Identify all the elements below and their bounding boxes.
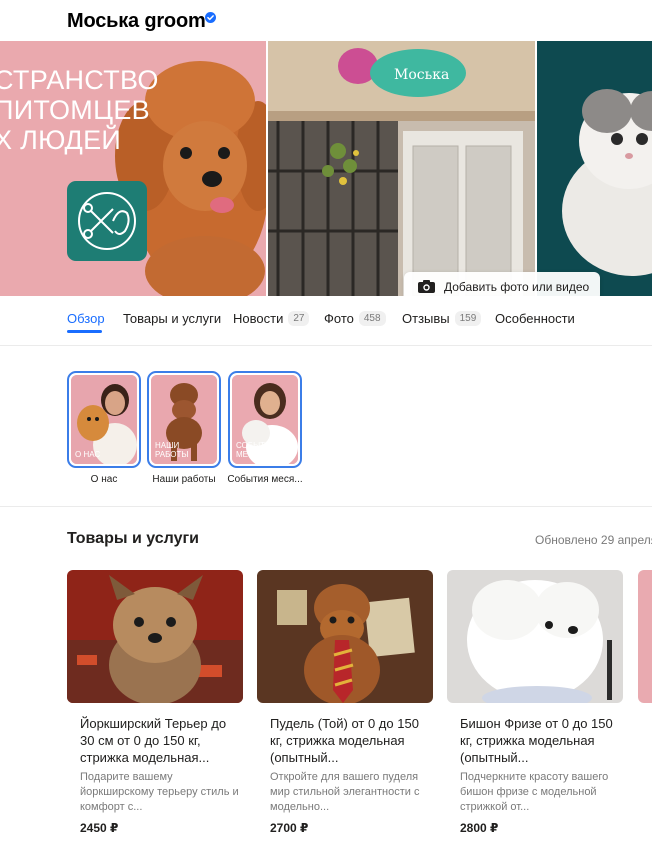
story-overlay-text: НАШИ РАБОТЫ — [155, 441, 189, 459]
kitten-image — [537, 41, 652, 296]
storefront-image: Моська — [268, 41, 535, 296]
brand-logo — [67, 181, 147, 261]
story-card[interactable]: СОБЫТИЯ МЕСЯЦА — [228, 371, 302, 468]
product-card-partial[interactable] — [638, 570, 652, 703]
products-section-title[interactable]: Товары и услуги — [67, 530, 199, 548]
tab-count-badge: 159 — [454, 311, 482, 326]
tab-count-badge: 458 — [358, 311, 386, 326]
tab-label: Отзывы — [402, 311, 450, 326]
updated-date-label: Обновлено 29 апреля — [535, 533, 652, 547]
tab-count-badge: 27 — [288, 311, 310, 326]
tab-news[interactable]: Новости 27 — [233, 311, 310, 326]
gallery-photo-banner[interactable]: СТРАНСТВО ПИТОМЦЕВ Х ЛЮДЕЙ — [0, 41, 266, 296]
product-price: 2450 ₽ — [80, 821, 119, 835]
product-image[interactable] — [67, 570, 243, 703]
tab-bar: Обзор Товары и услуги Новости 27 Фото 45… — [0, 296, 652, 346]
banner-line: Х ЛЮДЕЙ — [0, 125, 122, 155]
tab-label: Фото — [324, 311, 354, 326]
tab-label: Товары и услуги — [123, 311, 222, 326]
yorkshire-terrier-image — [67, 570, 243, 703]
banner-line: СТРАНСТВО — [0, 65, 159, 95]
product-card[interactable]: Бишон Фризе от 0 до 150 кг, стрижка моде… — [447, 570, 623, 835]
story-card[interactable]: НАШИ РАБОТЫ — [147, 371, 221, 468]
storefront-sign-text: Моська — [394, 67, 449, 83]
tab-goods-services[interactable]: Товары и услуги — [123, 311, 221, 326]
product-card[interactable]: Пудель (Той) от 0 до 150 кг, стрижка мод… — [257, 570, 433, 835]
tab-photos[interactable]: Фото 458 — [324, 311, 386, 326]
story-about[interactable]: О НАС О нас — [67, 371, 141, 485]
story-caption: О нас — [90, 474, 118, 485]
product-image[interactable] — [447, 570, 623, 703]
story-overlay-text: О НАС — [75, 450, 101, 459]
organization-title[interactable]: Моська groom — [67, 10, 206, 33]
tab-features[interactable]: Особенности — [495, 311, 575, 326]
product-name[interactable]: Йоркширский Терьер до 30 см от 0 до 150 … — [67, 715, 243, 766]
add-photo-video-button[interactable]: Добавить фото или видео — [404, 272, 600, 296]
grooming-logo-icon — [78, 192, 136, 250]
header: Моська groom — [0, 0, 652, 42]
tab-label: Обзор — [67, 311, 105, 326]
tab-overview[interactable]: Обзор — [67, 311, 105, 326]
story-thumbnail: НАШИ РАБОТЫ — [151, 375, 217, 464]
camera-icon — [418, 280, 435, 293]
product-description: Подарите вашему йоркширскому терьеру сти… — [80, 771, 239, 813]
verified-check-icon — [205, 12, 216, 23]
product-card[interactable]: Йоркширский Терьер до 30 см от 0 до 150 … — [67, 570, 243, 835]
product-description: Подчеркните красоту вашего бишон фризе с… — [460, 771, 609, 813]
story-caption: Наши работы — [152, 474, 216, 485]
product-price: 2700 ₽ — [270, 821, 309, 835]
banner-text: СТРАНСТВО ПИТОМЦЕВ Х ЛЮДЕЙ — [0, 65, 159, 155]
add-media-label: Добавить фото или видео — [444, 279, 590, 294]
stories-row: О НАС О нас НАШИ РАБОТЫ Наши работы СОБЫ… — [0, 347, 652, 507]
story-card[interactable]: О НАС — [67, 371, 141, 468]
photo-gallery[interactable]: СТРАНСТВО ПИТОМЦЕВ Х ЛЮДЕЙ Моська Добави… — [0, 41, 652, 296]
tab-reviews[interactable]: Отзывы 159 — [402, 311, 482, 326]
toy-poodle-image — [257, 570, 433, 703]
story-our-works[interactable]: НАШИ РАБОТЫ Наши работы — [147, 371, 221, 485]
gallery-photo-storefront[interactable]: Моська — [268, 41, 535, 296]
bichon-frise-image — [447, 570, 623, 703]
product-name[interactable]: Пудель (Той) от 0 до 150 кг, стрижка мод… — [257, 715, 433, 766]
product-image[interactable] — [257, 570, 433, 703]
gallery-photo-kitten[interactable] — [537, 41, 652, 296]
story-caption: События меся... — [227, 474, 303, 485]
story-thumbnail: О НАС — [71, 375, 137, 464]
banner-line: ПИТОМЦЕВ — [0, 95, 150, 125]
product-description: Откройте для вашего пуделя мир стильной … — [270, 771, 420, 813]
tab-label: Особенности — [495, 311, 575, 326]
product-name[interactable]: Бишон Фризе от 0 до 150 кг, стрижка моде… — [447, 715, 623, 766]
story-thumbnail: СОБЫТИЯ МЕСЯЦА — [232, 375, 298, 464]
story-overlay-text: СОБЫТИЯ МЕСЯЦА — [236, 441, 277, 459]
active-tab-indicator — [67, 330, 102, 333]
story-monthly-events[interactable]: СОБЫТИЯ МЕСЯЦА События меся... — [227, 371, 303, 485]
product-price: 2800 ₽ — [460, 821, 499, 835]
tab-label: Новости — [233, 311, 284, 326]
